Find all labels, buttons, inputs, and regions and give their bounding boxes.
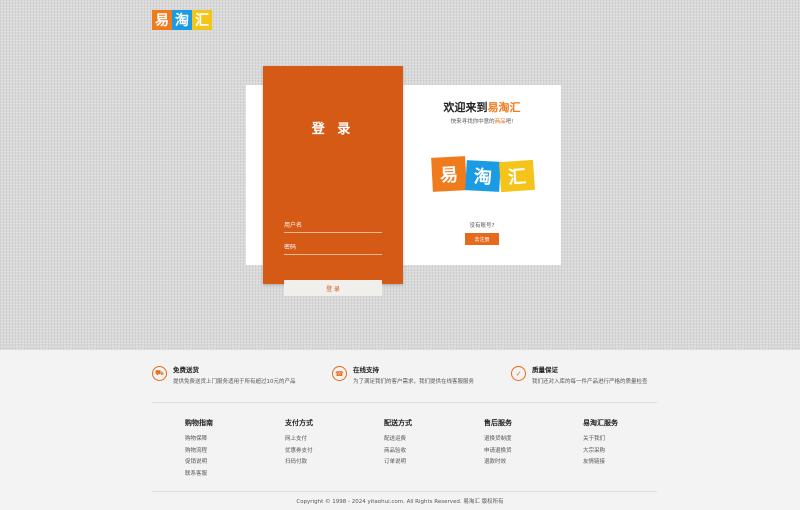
service-title: 质量保证 [532,366,558,374]
service-desc: 为了满足我们的客户需求，我们提供在线客服服务 [353,379,475,385]
footer-col-after-sales: 售后服务 退换货制度 申请退换货 退款时效 [484,418,512,469]
login-button[interactable]: 登 录 [284,280,382,296]
logo-tile-1: 易 [152,10,172,30]
username-placeholder: 用户名 [284,222,303,229]
big-logo-tile-2: 淘 [465,160,501,192]
site-logo[interactable]: 易 淘 汇 [152,10,212,32]
brand-logo-large: 易 淘 汇 [431,156,536,193]
welcome-prefix: 欢迎来到 [443,101,488,114]
no-account-text: 没有账号? [469,223,495,229]
logo-tile-2: 淘 [172,10,192,30]
login-title: 登 录 [311,122,355,137]
footer-link[interactable]: 网上支付 [285,434,313,446]
footer-link[interactable]: 大宗采购 [583,446,618,458]
footer-col-shopping-guide: 购物指南 购物保障 购物流程 促销说明 联系客服 [185,418,213,480]
service-quality: ✓ 质量保证 我们还对入库的每一件产品进行严格的质量检查 [511,364,648,385]
logo-tile-3: 汇 [192,10,212,30]
service-desc: 提供免费送货上门服务适用于所有超过10元的产品 [173,379,296,385]
copyright-divider [152,491,657,492]
footer-link[interactable]: 优惠券支付 [285,446,313,458]
footer-link[interactable]: 购物保障 [185,434,213,446]
service-desc: 我们还对入库的每一件产品进行严格的质量检查 [532,379,648,385]
big-logo-tile-3: 汇 [498,159,536,193]
footer-link[interactable]: 退换货制度 [484,434,512,446]
footer-col-title: 配送方式 [384,419,412,427]
username-field[interactable]: 用户名 [284,220,382,233]
service-title: 在线支持 [353,366,379,374]
register-button[interactable]: 去注册 [465,233,499,245]
footer-col-services: 易淘汇服务 关于我们 大宗采购 友情链接 [583,418,618,469]
footer-link[interactable]: 退款时效 [484,457,512,469]
subtitle-end: 吧! [505,119,514,125]
subtitle-highlight: 商品 [494,119,506,125]
footer-link[interactable]: 申请退换货 [484,446,512,458]
footer-col-title: 易淘汇服务 [583,419,618,427]
footer-link[interactable]: 友情链接 [583,457,618,469]
subtitle-text: 快来寻找你中意的 [450,119,495,125]
footer-col-title: 购物指南 [185,419,213,427]
footer-link[interactable]: 关于我们 [583,434,618,446]
headset-icon: ☎ [332,366,347,381]
truck-icon: ⛟ [152,366,167,381]
password-field[interactable]: 密码 [284,242,382,255]
footer-link[interactable]: 购物流程 [185,446,213,458]
big-logo-tile-1: 易 [431,156,467,192]
welcome-subtitle: 快来寻找你中意的商品吧! [403,117,561,125]
login-panel: 登 录 用户名 密码 登 录 [263,66,403,296]
footer-col-title: 售后服务 [484,419,512,427]
footer-col-payment: 支付方式 网上支付 优惠券支付 扫码付款 [285,418,313,469]
footer-link[interactable]: 促销说明 [185,457,213,469]
shield-icon: ✓ [511,366,526,381]
footer-col-delivery: 配送方式 配送运费 商品验收 订单说明 [384,418,412,469]
footer-divider [152,402,657,403]
footer-link[interactable]: 扫码付款 [285,457,313,469]
footer-col-title: 支付方式 [285,419,313,427]
footer-link[interactable]: 订单说明 [384,457,412,469]
footer-link[interactable]: 商品验收 [384,446,412,458]
service-online-support: ☎ 在线支持 为了满足我们的客户需求，我们提供在线客服服务 [332,364,474,385]
footer-link[interactable]: 配送运费 [384,434,412,446]
password-placeholder: 密码 [284,244,297,251]
welcome-brand: 易淘汇 [487,101,521,114]
service-title: 免费送货 [173,366,199,374]
service-free-delivery: ⛟ 免费送货 提供免费送货上门服务适用于所有超过10元的产品 [152,364,296,385]
copyright-text: Copyright © 1998 - 2024 yitaohui.com. Al… [296,499,504,505]
welcome-heading: 欢迎来到易淘汇 [403,99,561,115]
footer-link[interactable]: 联系客服 [185,469,213,481]
